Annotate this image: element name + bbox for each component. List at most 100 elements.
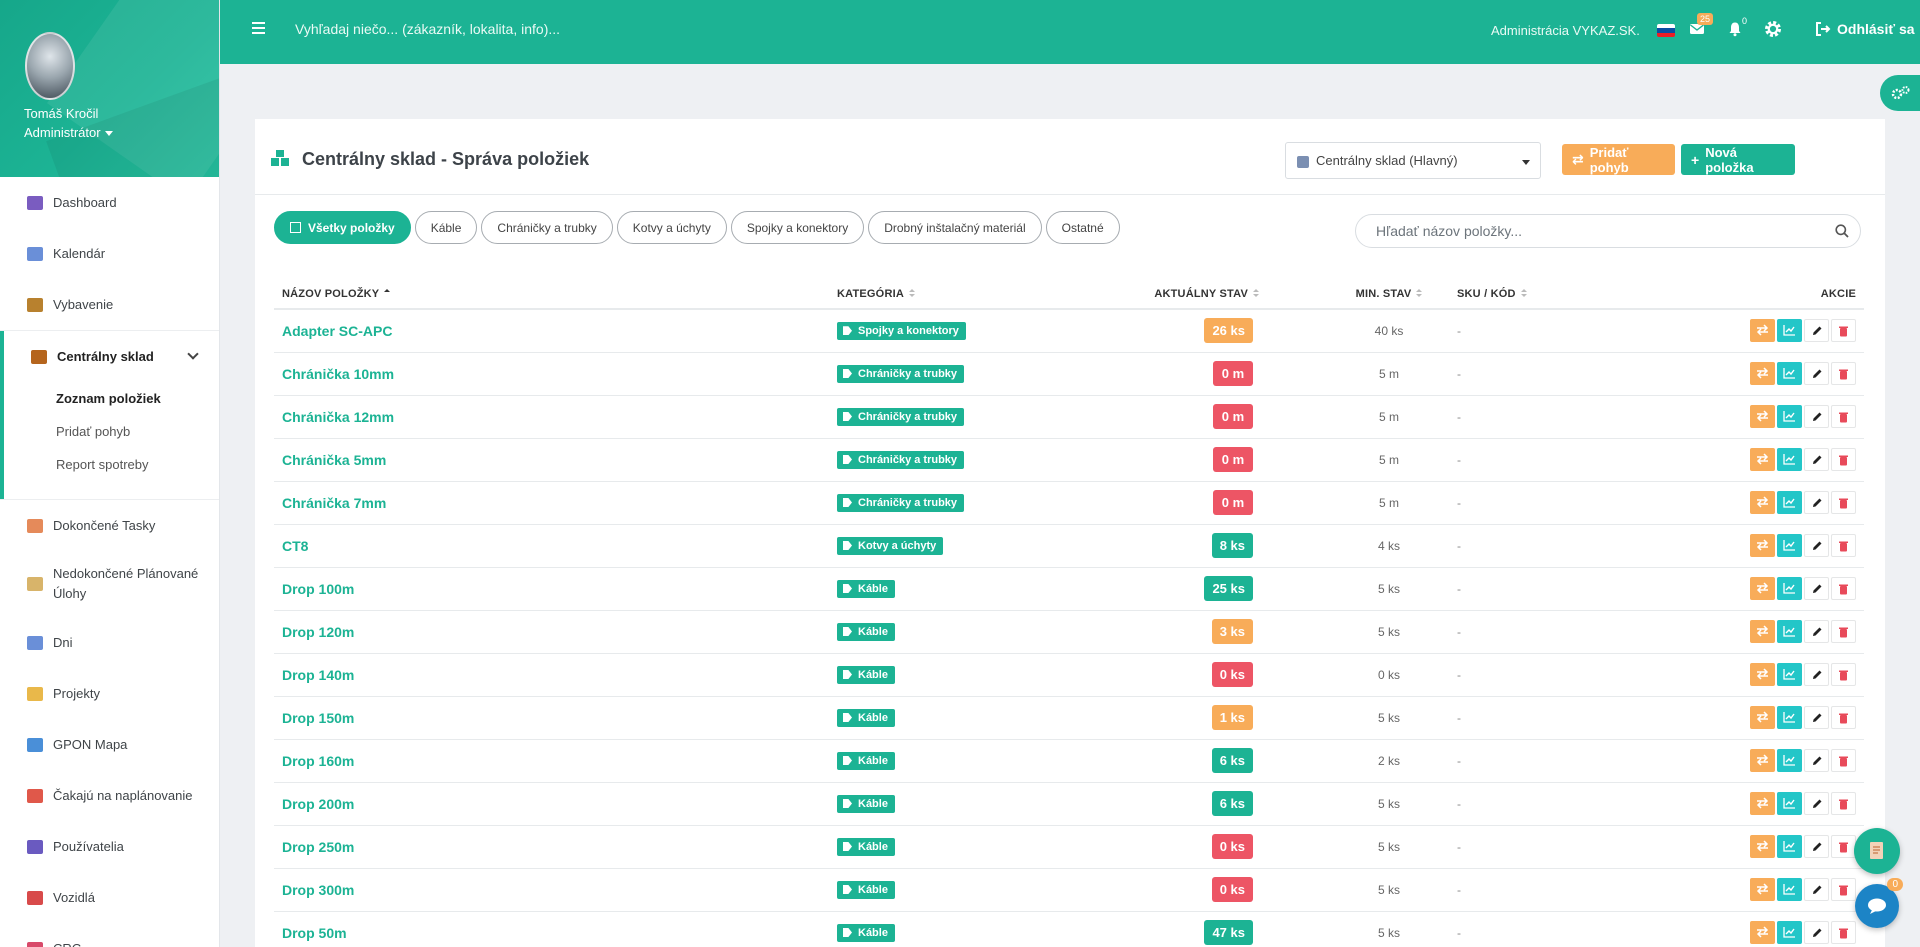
delete-button[interactable] [1831,448,1856,471]
filter-chip[interactable]: Drobný inštalačný materiál [868,211,1042,244]
delete-button[interactable] [1831,792,1856,815]
add-movement-button[interactable]: ⇄ Pridať pohyb [1562,144,1675,175]
edit-button[interactable] [1804,792,1829,815]
filter-chip[interactable]: Ostatné [1045,211,1120,244]
edit-button[interactable] [1804,921,1829,944]
history-chart-button[interactable] [1777,448,1802,471]
col-header-stock[interactable]: AKTUÁLNY STAV [1129,279,1329,310]
item-name-link[interactable]: Adapter SC-APC [282,323,392,339]
edit-button[interactable] [1804,362,1829,385]
edit-button[interactable] [1804,706,1829,729]
item-name-link[interactable]: Drop 150m [282,710,354,726]
settings-gear-icon[interactable] [1763,19,1783,39]
delete-button[interactable] [1831,620,1856,643]
delete-button[interactable] [1831,491,1856,514]
item-name-link[interactable]: Drop 120m [282,624,354,640]
movement-button[interactable] [1750,319,1775,343]
movement-button[interactable] [1750,620,1775,643]
sidebar-item-chart[interactable]: Dashboard [0,177,219,228]
item-name-link[interactable]: Chránička 7mm [282,495,386,511]
item-name-link[interactable]: Drop 250m [282,839,354,855]
movement-button[interactable] [1750,921,1775,944]
sidebar-item-memo[interactable]: Dokončené Tasky [0,500,219,551]
edit-button[interactable] [1804,534,1829,557]
edit-button[interactable] [1804,448,1829,471]
search-icon[interactable] [1835,224,1849,238]
edit-button[interactable] [1804,878,1829,901]
item-search-input[interactable] [1355,214,1861,248]
history-chart-button[interactable] [1777,792,1802,815]
delete-button[interactable] [1831,319,1856,343]
movement-button[interactable] [1750,405,1775,428]
language-flag-icon[interactable] [1657,24,1675,37]
sidebar-item-alarm-clock[interactable]: Čakajú na naplánovanie [0,770,219,821]
theme-settings-tab[interactable] [1880,75,1920,111]
item-name-link[interactable]: Chránička 12mm [282,409,394,425]
movement-button[interactable] [1750,706,1775,729]
warehouse-select[interactable]: Centrálny sklad (Hlavný) [1285,142,1541,179]
delete-button[interactable] [1831,749,1856,772]
col-header-sku[interactable]: SKU / KÓD [1449,279,1649,310]
sidebar-item-central-warehouse[interactable]: Centrálny sklad [4,331,219,382]
filter-chip[interactable]: Spojky a konektory [730,211,865,244]
delete-button[interactable] [1831,663,1856,686]
sidebar-item-tools[interactable]: Vybavenie [0,279,219,330]
edit-button[interactable] [1804,663,1829,686]
history-chart-button[interactable] [1777,405,1802,428]
report-fab-button[interactable] [1854,828,1900,874]
item-name-link[interactable]: CT8 [282,538,308,554]
avatar[interactable] [25,32,75,100]
delete-button[interactable] [1831,921,1856,944]
item-name-link[interactable]: Drop 50m [282,925,347,941]
item-name-link[interactable]: Drop 160m [282,753,354,769]
bell-icon[interactable]: 0 [1727,16,1747,37]
item-name-link[interactable]: Chránička 10mm [282,366,394,382]
sidebar-item-users[interactable]: Používatelia [0,821,219,872]
history-chart-button[interactable] [1777,620,1802,643]
logout-button[interactable]: Odhlásiť sa [1815,21,1915,37]
sidebar-item-calendar[interactable]: Kalendár [0,228,219,279]
delete-button[interactable] [1831,405,1856,428]
sidebar-subitem[interactable]: Zoznam položiek [4,382,219,415]
admin-label[interactable]: Administrácia VYKAZ.SK. [1491,23,1640,38]
movement-button[interactable] [1750,534,1775,557]
filter-chip[interactable]: Káble [414,211,478,244]
history-chart-button[interactable] [1777,362,1802,385]
delete-button[interactable] [1831,362,1856,385]
movement-button[interactable] [1750,491,1775,514]
history-chart-button[interactable] [1777,921,1802,944]
new-item-button[interactable]: + Nová položka [1681,144,1795,175]
edit-button[interactable] [1804,835,1829,858]
filter-chip[interactable]: Chráničky a trubky [481,211,613,244]
delete-button[interactable] [1831,534,1856,557]
history-chart-button[interactable] [1777,706,1802,729]
sidebar-item-map[interactable]: GPON Mapa [0,719,219,770]
sidebar-item-calendar-days[interactable]: Dni [0,617,219,668]
sidebar-subitem[interactable]: Report spotreby [4,448,219,481]
movement-button[interactable] [1750,749,1775,772]
movement-button[interactable] [1750,878,1775,901]
edit-button[interactable] [1804,405,1829,428]
item-name-link[interactable]: Drop 300m [282,882,354,898]
item-name-link[interactable]: Chránička 5mm [282,452,386,468]
global-search-input[interactable]: Vyhľadaj niečo... (zákazník, lokalita, i… [295,21,560,37]
edit-button[interactable] [1804,620,1829,643]
history-chart-button[interactable] [1777,319,1802,343]
sidebar-item-pin[interactable]: CRC [0,923,219,947]
item-name-link[interactable]: Drop 200m [282,796,354,812]
delete-button[interactable] [1831,835,1856,858]
movement-button[interactable] [1750,362,1775,385]
delete-button[interactable] [1831,878,1856,901]
item-name-link[interactable]: Drop 140m [282,667,354,683]
filter-chip[interactable]: Všetky položky [274,211,411,244]
user-role-dropdown[interactable]: Administrátor [24,125,113,140]
movement-button[interactable] [1750,448,1775,471]
history-chart-button[interactable] [1777,835,1802,858]
filter-chip[interactable]: Kotvy a úchyty [616,211,727,244]
mail-icon[interactable]: 25 [1689,13,1714,37]
history-chart-button[interactable] [1777,491,1802,514]
movement-button[interactable] [1750,663,1775,686]
item-name-link[interactable]: Drop 100m [282,581,354,597]
history-chart-button[interactable] [1777,663,1802,686]
edit-button[interactable] [1804,491,1829,514]
